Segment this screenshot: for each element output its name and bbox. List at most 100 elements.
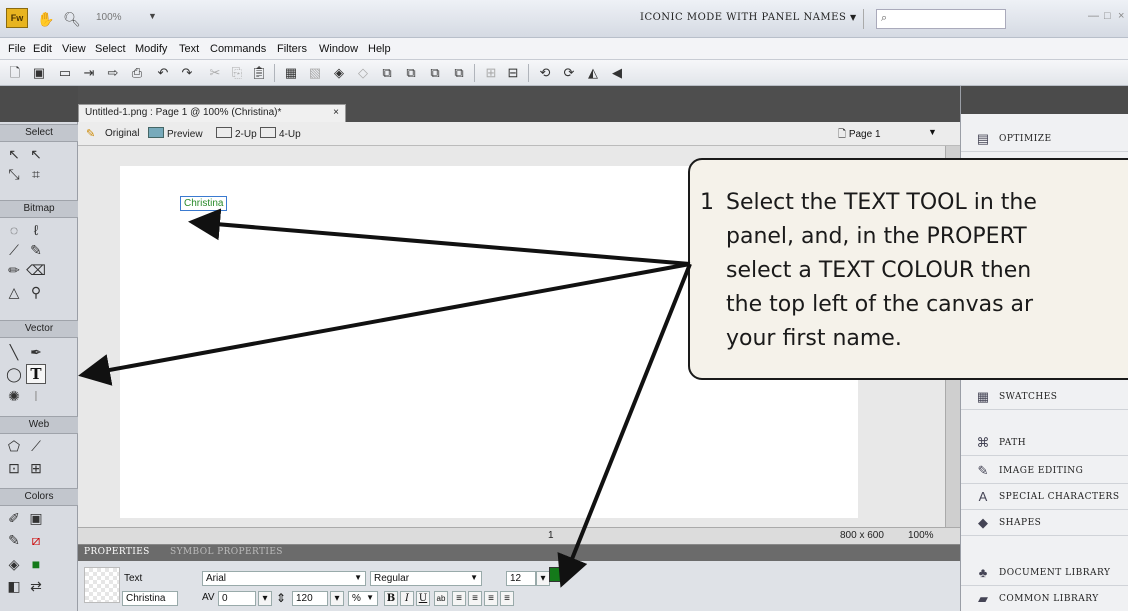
workspace-switcher[interactable]: ICONIC MODE WITH PANEL NAMES ▼ (640, 12, 857, 23)
split-icon[interactable]: ◇ (354, 64, 372, 82)
swap-colors-icon[interactable]: ⇄ (26, 576, 46, 596)
document-tab[interactable]: Untitled-1.png : Page 1 @ 100% (Christin… (78, 104, 346, 122)
export-icon[interactable]: ⇨ (104, 64, 122, 82)
align-right-icon[interactable]: ≡ (484, 591, 498, 606)
align-justify-icon[interactable]: ≡ (500, 591, 514, 606)
font-size-field[interactable]: 12 (506, 571, 536, 586)
brush-tool-icon[interactable]: ✎ (26, 240, 46, 260)
flip-horizontal-icon[interactable]: ◭ (584, 64, 602, 82)
send-backward-icon[interactable]: ⧉ (426, 64, 444, 82)
leading-field[interactable]: 120 (292, 591, 328, 606)
view-tab-original[interactable]: ✎ Original (86, 127, 139, 140)
hotspot-tool-icon[interactable]: ⬠ (4, 436, 24, 456)
panel-optimize[interactable]: ▤ OPTIMIZE (961, 126, 1128, 152)
panel-common-library[interactable]: ▰ COMMON LIBRARY (961, 586, 1128, 611)
panel-special-characters[interactable]: A SPECIAL CHARACTERS (961, 484, 1128, 510)
align-left-icon[interactable]: ≡ (452, 591, 466, 606)
new-icon[interactable]: 🗋 (6, 64, 24, 82)
zoom-icon[interactable]: 🔍︎ (62, 9, 82, 29)
knife-tool-icon[interactable]: ǀ (26, 386, 46, 406)
rotate-right-icon[interactable]: ⟳ (560, 64, 578, 82)
blur-tool-icon[interactable]: △ (4, 282, 24, 302)
text-color-swatch[interactable] (549, 567, 563, 582)
menu-select[interactable]: Select (95, 43, 126, 55)
crop-tool-icon[interactable]: ⌗ (26, 164, 46, 184)
leading-dropdown-icon[interactable]: ▾ (330, 591, 344, 606)
menu-text[interactable]: Text (179, 43, 199, 55)
restore-icon[interactable]: □ (1104, 10, 1111, 22)
menu-view[interactable]: View (62, 43, 86, 55)
view-tab-preview[interactable]: Preview (148, 127, 203, 140)
align-icon[interactable]: ⊞ (482, 64, 500, 82)
group-icon[interactable]: ▦ (282, 64, 300, 82)
lasso-tool-icon[interactable]: ℓ (26, 220, 46, 240)
rotate-left-icon[interactable]: ⟲ (536, 64, 554, 82)
close-icon[interactable]: × (1118, 10, 1124, 22)
bring-to-front-icon[interactable]: ⧉ (378, 64, 396, 82)
no-stroke-icon[interactable]: ⧄ (26, 530, 46, 550)
eraser-tool-icon[interactable]: ⌫ (26, 260, 46, 280)
object-name-field[interactable]: Christina (122, 591, 178, 606)
tab-properties[interactable]: PROPERTIES (84, 547, 150, 557)
marquee-tool-icon[interactable]: ◌ (4, 220, 24, 240)
rubber-stamp-tool-icon[interactable]: ⚲ (26, 282, 46, 302)
menu-commands[interactable]: Commands (210, 43, 266, 55)
align-center-icon[interactable]: ≡ (468, 591, 482, 606)
hide-slices-icon[interactable]: ⊡ (4, 458, 24, 478)
menu-help[interactable]: Help (368, 43, 391, 55)
paste-icon[interactable]: 📋︎ (250, 64, 268, 82)
pen-tool-icon[interactable]: ✒ (26, 342, 46, 362)
text-direction-icon[interactable]: ab (434, 591, 448, 606)
bold-button[interactable]: B (384, 591, 398, 606)
eyedropper-tool-icon[interactable]: ✐ (4, 508, 24, 528)
font-size-dropdown-icon[interactable]: ▾ (536, 571, 550, 586)
minimize-icon[interactable]: — (1088, 10, 1099, 22)
line-tool-icon[interactable]: ╲ (4, 342, 24, 362)
pointer-tool-icon[interactable]: ↖ (4, 144, 24, 164)
menu-file[interactable]: File (8, 43, 26, 55)
ungroup-icon[interactable]: ▧ (306, 64, 324, 82)
view-tab-4up[interactable]: 4-Up (260, 127, 301, 140)
panel-document-library[interactable]: ♣ DOCUMENT LIBRARY (961, 560, 1128, 586)
leading-unit-select[interactable]: % ▼ (348, 591, 378, 606)
redo-icon[interactable]: ↷ (178, 64, 196, 82)
send-to-back-icon[interactable]: ⧉ (450, 64, 468, 82)
hand-icon[interactable]: ✋ (36, 9, 56, 29)
fill-color-icon[interactable]: ◈ (4, 554, 24, 574)
menu-modify[interactable]: Modify (135, 43, 167, 55)
magic-wand-tool-icon[interactable]: ⟋ (4, 240, 24, 260)
show-slices-icon[interactable]: ⊞ (26, 458, 46, 478)
copy-icon[interactable]: ⎘ (228, 64, 246, 82)
zoom-status[interactable]: 100% (908, 530, 934, 541)
italic-button[interactable]: I (400, 591, 414, 606)
import-icon[interactable]: ⇥ (80, 64, 98, 82)
print-icon[interactable]: ⎙ (128, 64, 146, 82)
page-selector[interactable]: 🗋︎ Page 1 (838, 127, 881, 144)
scale-tool-icon[interactable]: ⤡ (4, 164, 24, 184)
font-family-select[interactable]: Arial ▼ (202, 571, 366, 586)
close-tab-icon[interactable]: × (333, 107, 339, 118)
ellipse-tool-icon[interactable]: ◯ (4, 364, 24, 384)
zoom-level[interactable]: 100% (96, 12, 122, 23)
panel-image-editing[interactable]: ✎ IMAGE EDITING (961, 458, 1128, 484)
menu-window[interactable]: Window (319, 43, 358, 55)
distribute-icon[interactable]: ⊟ (504, 64, 522, 82)
freeform-tool-icon[interactable]: ✺ (4, 386, 24, 406)
menu-filters[interactable]: Filters (277, 43, 307, 55)
panel-path[interactable]: ⌘ PATH (961, 430, 1128, 456)
cut-icon[interactable]: ✂ (206, 64, 224, 82)
panel-shapes[interactable]: ◆ SHAPES (961, 510, 1128, 536)
page-dropdown-icon[interactable]: ▼ (928, 127, 937, 137)
join-icon[interactable]: ◈ (330, 64, 348, 82)
save-icon[interactable]: ▣ (30, 64, 48, 82)
kerning-dropdown-icon[interactable]: ▾ (258, 591, 272, 606)
kerning-field[interactable]: 0 (218, 591, 256, 606)
zoom-dropdown-icon[interactable]: ▼ (148, 11, 157, 21)
default-colors-icon[interactable]: ◧ (4, 576, 24, 596)
subselect-tool-icon[interactable]: ↖ (26, 144, 46, 164)
text-tool-icon[interactable]: T (26, 364, 46, 384)
tab-symbol-properties[interactable]: SYMBOL PROPERTIES (170, 547, 283, 557)
fill-swatch-icon[interactable]: ■ (26, 554, 46, 574)
menu-edit[interactable]: Edit (33, 43, 52, 55)
canvas-size[interactable]: 800 x 600 (840, 530, 884, 541)
